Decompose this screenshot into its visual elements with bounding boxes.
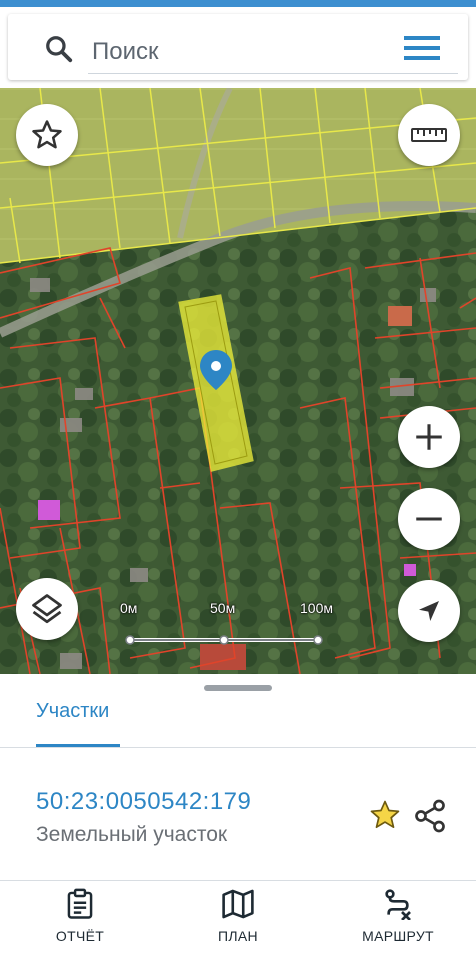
- map-scale: 0м 50м 100м: [118, 600, 338, 650]
- zoom-in-button[interactable]: [398, 406, 460, 468]
- search-bar: [8, 14, 468, 80]
- scale-label-0: 0м: [120, 600, 138, 616]
- minus-icon: [416, 517, 442, 521]
- my-location-button[interactable]: [398, 580, 460, 642]
- plus-icon: [416, 424, 442, 450]
- status-accent-bar: [0, 0, 476, 7]
- nav-route[interactable]: МАРШРУТ: [352, 888, 444, 958]
- tab-divider: [0, 747, 476, 748]
- parcel-type: Земельный участок: [36, 823, 228, 846]
- zoom-out-button[interactable]: [398, 488, 460, 550]
- favorites-button[interactable]: [16, 104, 78, 166]
- ruler-icon: [411, 128, 447, 142]
- nav-plan[interactable]: ПЛАН: [206, 888, 270, 958]
- nav-route-label: МАРШРУТ: [362, 928, 434, 944]
- route-icon: [385, 889, 411, 920]
- tab-parcels[interactable]: Участки: [36, 700, 109, 723]
- scale-bar: [125, 635, 323, 645]
- nav-plan-label: ПЛАН: [218, 928, 258, 944]
- star-outline-icon: [32, 120, 62, 149]
- ruler-button[interactable]: [398, 104, 460, 166]
- bottom-sheet: Участки 50:23:0050542:179 Земельный учас…: [0, 674, 476, 960]
- map-view[interactable]: 0м 50м 100м: [0, 88, 476, 674]
- nav-report[interactable]: ОТЧЁТ: [48, 888, 112, 958]
- nav-report-label: ОТЧЁТ: [55, 928, 105, 944]
- sheet-drag-handle[interactable]: [204, 685, 272, 691]
- tab-active-indicator: [36, 744, 120, 747]
- navigation-arrow-icon: [419, 601, 439, 621]
- menu-icon[interactable]: [402, 32, 442, 64]
- share-icon[interactable]: [412, 798, 448, 834]
- cadastral-number[interactable]: 50:23:0050542:179: [36, 788, 251, 816]
- favorite-star-icon[interactable]: [368, 798, 402, 832]
- nav-divider: [0, 880, 476, 881]
- satellite-map: [0, 88, 476, 674]
- layers-button[interactable]: [16, 578, 78, 640]
- map-plan-icon: [222, 889, 254, 919]
- report-icon: [67, 888, 93, 919]
- scale-label-50: 50м: [210, 600, 236, 616]
- search-icon[interactable]: [44, 34, 74, 64]
- scale-label-100: 100м: [300, 600, 333, 616]
- layers-icon: [32, 594, 62, 624]
